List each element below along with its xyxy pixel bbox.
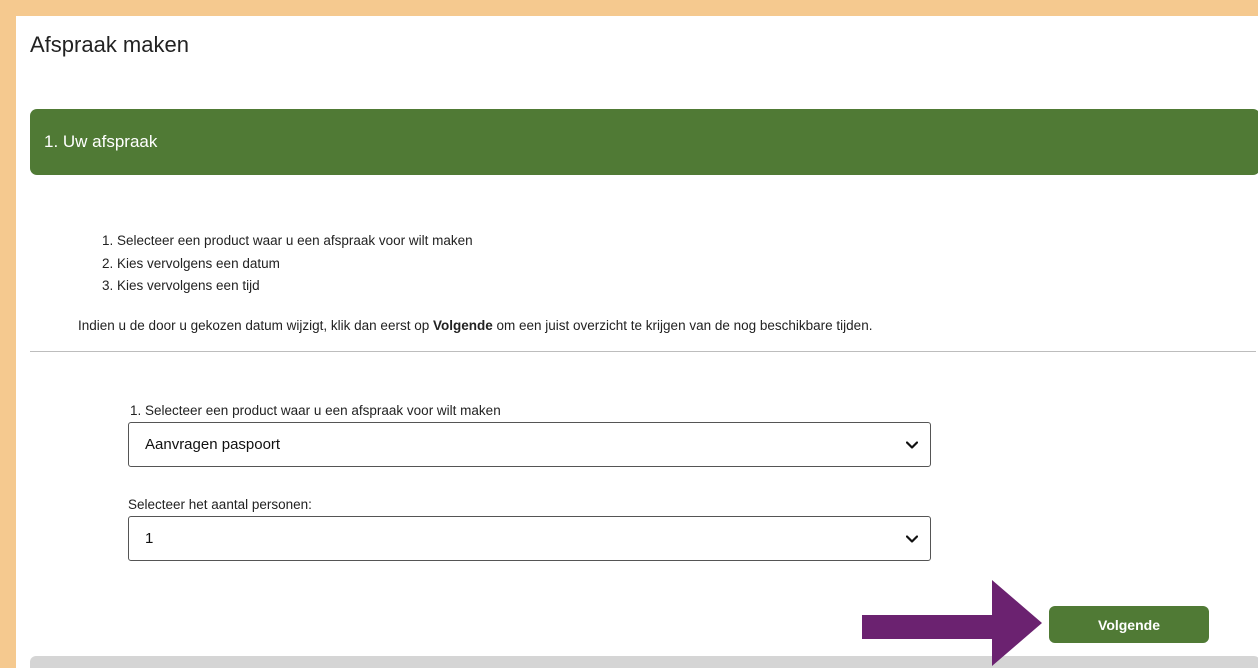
note-text-bold: Volgende xyxy=(432,318,493,333)
instruction-item: Kies vervolgens een datum xyxy=(117,253,473,276)
chevron-down-icon xyxy=(906,440,918,449)
step-header: 1. Uw afspraak xyxy=(30,109,1258,175)
instruction-item: Selecteer een product waar u een afspraa… xyxy=(117,230,473,253)
date-change-note: Indien u de door u gekozen datum wijzigt… xyxy=(78,318,872,333)
instruction-item: Kies vervolgens een tijd xyxy=(117,275,473,298)
next-section-bar xyxy=(30,656,1258,668)
page-title: Afspraak maken xyxy=(30,32,189,57)
note-text-after: om een juist overzicht te krijgen van de… xyxy=(492,318,873,333)
product-select-label: 1. Selecteer een product waar u een afsp… xyxy=(130,403,501,418)
step-header-label: 1. Uw afspraak xyxy=(44,132,158,151)
persons-select[interactable]: 1 xyxy=(128,516,931,561)
page-frame: Afspraak maken 1. Uw afspraak Selecteer … xyxy=(16,16,1258,668)
product-select-value: Aanvragen paspoort xyxy=(145,436,281,453)
instructions-list: Selecteer een product waar u een afspraa… xyxy=(97,230,473,298)
persons-select-value: 1 xyxy=(145,530,154,547)
product-select[interactable]: Aanvragen paspoort xyxy=(128,422,931,467)
chevron-down-icon xyxy=(906,534,918,543)
next-button[interactable]: Volgende xyxy=(1049,606,1209,643)
divider xyxy=(30,351,1256,352)
arrow-right-icon xyxy=(862,580,1042,666)
note-text-before: Indien u de door u gekozen datum wijzigt… xyxy=(78,318,433,333)
persons-select-label: Selecteer het aantal personen: xyxy=(128,497,312,512)
